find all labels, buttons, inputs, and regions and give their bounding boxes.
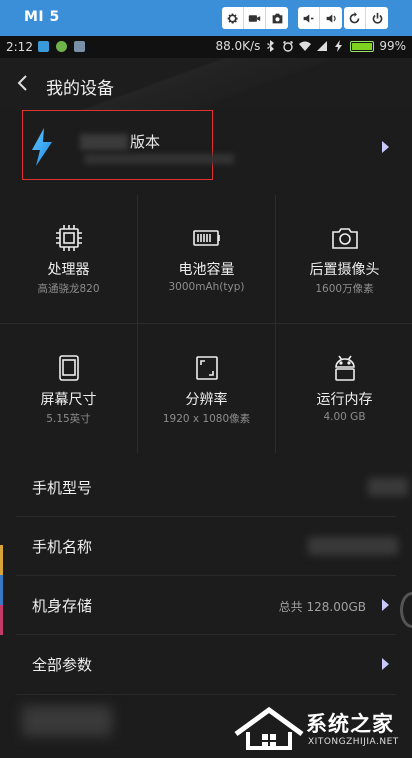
battery-percent: 99% — [379, 39, 406, 53]
device-title: MI 5 — [24, 9, 60, 25]
spec-ram: 运行内存 4.00 GB — [276, 325, 412, 453]
settings-icon[interactable] — [222, 7, 244, 29]
chevron-right-icon — [382, 141, 389, 153]
network-speed: 88.0K/s — [215, 39, 261, 53]
notification-android-icon — [56, 41, 67, 52]
battery-icon — [192, 223, 222, 253]
emulator-power-group — [344, 7, 388, 29]
camera-icon[interactable] — [266, 7, 288, 29]
row-all-params[interactable]: 全部参数 — [0, 635, 412, 694]
rotate-icon[interactable] — [344, 7, 366, 29]
charging-icon — [335, 40, 343, 52]
spec-name: 运行内存 — [316, 392, 373, 408]
alarm-icon — [283, 41, 294, 52]
volume-down-icon[interactable] — [298, 7, 320, 29]
row-phone-model[interactable]: 手机型号 — [0, 458, 412, 517]
spec-cpu: 处理器 高通骁龙820 — [0, 195, 137, 323]
watermark-subtext: XITONGZHIJIA.NET — [308, 737, 399, 747]
watermark: 系统之家 XITONGZHIJIA.NET — [234, 700, 410, 756]
spec-value: 1600万像素 — [315, 283, 374, 295]
spec-battery: 电池容量 3000mAh(typ) — [138, 195, 275, 323]
spec-value: 4.00 GB — [323, 411, 366, 423]
emulator-toolbar: MI 5 — [0, 0, 412, 36]
chevron-right-icon — [382, 658, 389, 670]
clock: 2:12 — [6, 40, 33, 54]
spec-name: 处理器 — [47, 262, 90, 278]
chevron-right-icon — [382, 599, 389, 611]
app-header: 我的设备 — [0, 58, 412, 110]
miui-version-card[interactable]: 版本 — [0, 110, 412, 192]
spec-value: 高通骁龙820 — [37, 283, 100, 295]
lightning-icon — [32, 128, 52, 166]
row-label: 手机型号 — [32, 479, 93, 497]
spec-name: 电池容量 — [178, 262, 235, 278]
redacted-version-name — [80, 134, 128, 150]
spec-value: 3000mAh(typ) — [168, 281, 245, 293]
status-bar: 2:12 88.0K/s 99% — [0, 36, 412, 58]
row-label: 全部参数 — [32, 656, 93, 674]
wifi-icon — [299, 41, 312, 51]
back-arrow-icon[interactable] — [14, 74, 32, 92]
bluetooth-icon — [267, 40, 275, 52]
row-storage[interactable]: 机身存储 总共 128.00GB — [0, 576, 412, 635]
emulator-volume-group — [298, 7, 342, 29]
camera-icon — [330, 223, 360, 253]
spec-rear-camera: 后置摄像头 1600万像素 — [276, 195, 412, 323]
spec-value: 5.15英寸 — [46, 413, 91, 425]
row-label: 机身存储 — [32, 597, 93, 615]
spec-screen-size: 屏幕尺寸 5.15英寸 — [0, 325, 137, 453]
redacted-version-number — [84, 154, 234, 164]
row-label: 手机名称 — [32, 538, 93, 556]
storage-value: 总共 128.00GB — [278, 600, 366, 614]
phone-screen-icon — [54, 353, 84, 383]
page-title: 我的设备 — [46, 79, 114, 99]
signal-icon — [317, 41, 328, 51]
house-logo-icon — [234, 706, 304, 750]
version-label: 版本 — [130, 133, 161, 151]
notification-app-icon — [38, 41, 49, 52]
record-icon[interactable] — [244, 7, 266, 29]
redacted-value — [308, 537, 398, 555]
spec-resolution: 分辨率 1920 x 1080像素 — [138, 325, 275, 453]
redacted-footer — [22, 706, 112, 736]
notification-message-icon — [74, 41, 85, 52]
power-icon[interactable] — [366, 7, 388, 29]
android-icon — [330, 353, 360, 383]
redacted-value — [368, 478, 408, 496]
resolution-icon — [192, 353, 222, 383]
spec-value: 1920 x 1080像素 — [162, 413, 251, 425]
row-phone-name[interactable]: 手机名称 — [0, 517, 412, 576]
spec-name: 后置摄像头 — [309, 262, 380, 278]
watermark-text: 系统之家 — [306, 712, 394, 736]
spec-name: 屏幕尺寸 — [40, 392, 97, 408]
volume-up-icon[interactable] — [320, 7, 342, 29]
spec-grid: 处理器 高通骁龙820 电池容量 3000mAh(typ) 后置摄像头 1600… — [0, 195, 412, 453]
emulator-tools-group — [222, 7, 288, 29]
spec-name: 分辨率 — [185, 392, 228, 408]
cpu-icon — [54, 223, 84, 253]
battery-icon — [350, 40, 375, 52]
